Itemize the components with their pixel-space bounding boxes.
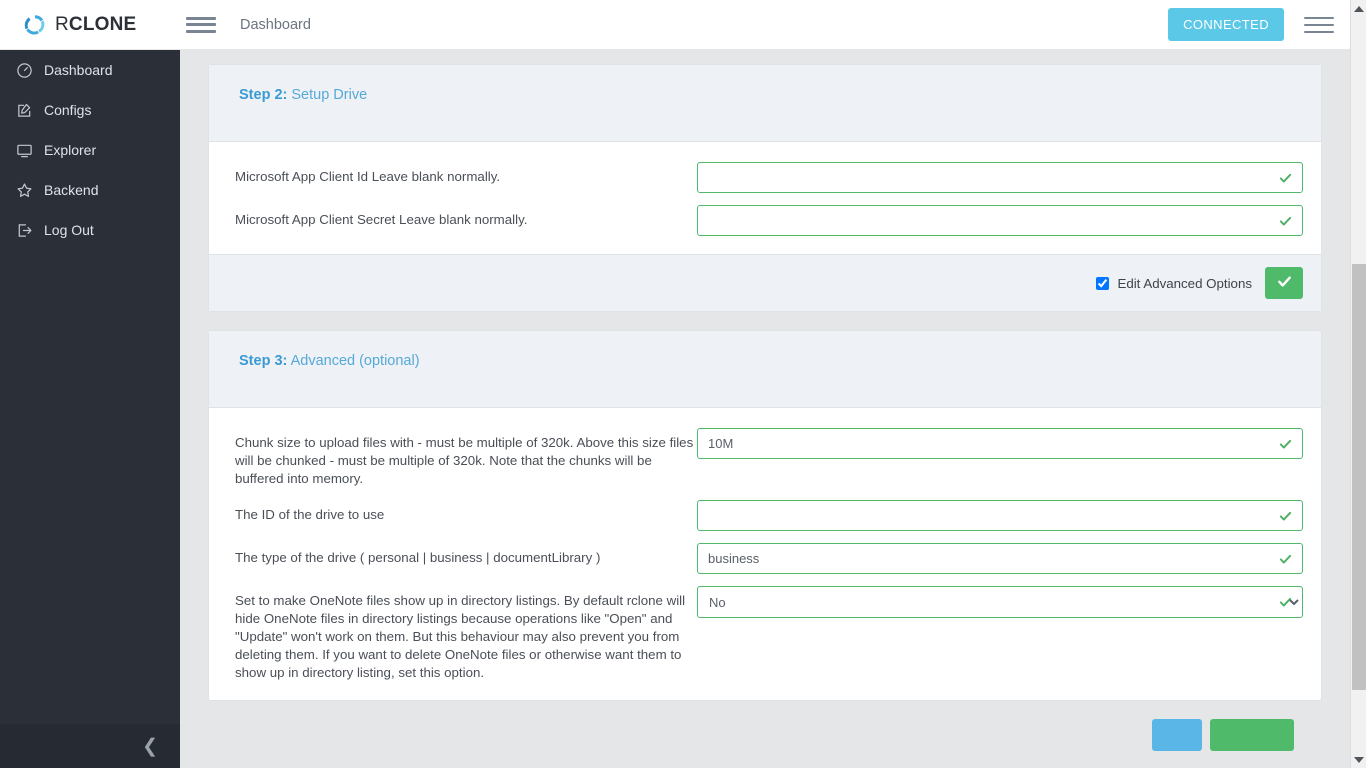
sidebar-toggle-button[interactable]: [186, 14, 216, 36]
sidebar-item-explorer[interactable]: Explorer: [0, 130, 180, 170]
top-header-bar: RCLONE Dashboard CONNECTED: [0, 0, 1350, 50]
edit-advanced-options-checkbox[interactable]: [1096, 277, 1109, 290]
sidebar-item-label: Explorer: [44, 142, 96, 158]
previous-step-button[interactable]: [1152, 719, 1202, 751]
field-row-client-secret: Microsoft App Client Secret Leave blank …: [227, 199, 1303, 242]
microsoft-app-client-id-input[interactable]: [697, 162, 1303, 193]
edit-advanced-options-label[interactable]: Edit Advanced Options: [1117, 276, 1252, 291]
field-row-drive-type: The type of the drive ( personal | busin…: [227, 537, 1303, 580]
field-container: [697, 428, 1303, 459]
field-row-drive-id: The ID of the drive to use: [227, 494, 1303, 537]
brand-logo-text: RCLONE: [55, 15, 136, 34]
sidebar-item-label: Log Out: [44, 222, 94, 238]
sidebar-navigation: Dashboard Configs Explorer Backend: [0, 50, 180, 768]
field-container: NoYes: [697, 586, 1303, 618]
hamburger-bar: [186, 17, 216, 20]
hamburger-bar: [1304, 31, 1334, 33]
field-row-expose-onenote: Set to make OneNote files show up in dir…: [227, 580, 1303, 688]
edit-advanced-options-group[interactable]: Edit Advanced Options: [1096, 276, 1252, 291]
step3-form-body: Chunk size to upload files with - must b…: [209, 408, 1321, 700]
next-step-button[interactable]: [1210, 719, 1294, 751]
page-scrollbar[interactable]: [1350, 0, 1366, 768]
sidebar-item-label: Configs: [44, 102, 91, 118]
options-menu-button[interactable]: [1304, 14, 1334, 36]
gauge-icon: [16, 62, 33, 79]
step2-panel-header: Step 2: Setup Drive: [209, 65, 1321, 142]
step3-title: Step 3: Advanced (optional): [239, 353, 1291, 369]
brand-logo-clone: CLONE: [69, 14, 137, 35]
drive-id-input[interactable]: [697, 500, 1303, 531]
main-content-area: Step 2: Setup Drive Microsoft App Client…: [180, 50, 1350, 768]
triangle-up-icon: [1354, 6, 1364, 12]
field-label: The ID of the drive to use: [227, 500, 697, 524]
field-label: The type of the drive ( personal | busin…: [227, 543, 697, 567]
step3-panel: Step 3: Advanced (optional) Chunk size t…: [208, 330, 1322, 701]
field-row-chunk-size: Chunk size to upload files with - must b…: [227, 422, 1303, 494]
step2-panel: Step 2: Setup Drive Microsoft App Client…: [208, 64, 1322, 312]
chunk-size-input[interactable]: [697, 428, 1303, 459]
brand-logo-r: R: [55, 14, 69, 35]
sidebar-item-configs[interactable]: Configs: [0, 90, 180, 130]
microsoft-app-client-secret-input[interactable]: [697, 205, 1303, 236]
scroll-up-button[interactable]: [1351, 0, 1366, 17]
expose-onenote-files-select[interactable]: NoYes: [697, 586, 1303, 618]
field-row-client-id: Microsoft App Client Id Leave blank norm…: [227, 156, 1303, 199]
star-icon: [16, 182, 33, 199]
wizard-action-buttons: [208, 719, 1322, 761]
rclone-logo-icon: [22, 12, 48, 38]
step3-panel-header: Step 3: Advanced (optional): [209, 331, 1321, 408]
hamburger-bar: [186, 23, 216, 26]
field-container: [697, 205, 1303, 236]
sidebar-item-dashboard[interactable]: Dashboard: [0, 50, 180, 90]
chevron-left-icon: ❮: [142, 737, 158, 756]
sidebar-item-logout[interactable]: Log Out: [0, 210, 180, 250]
monitor-icon: [16, 142, 33, 159]
content-wrapper: Step 2: Setup Drive Microsoft App Client…: [180, 50, 1350, 761]
step3-title-text: Advanced (optional): [291, 353, 420, 369]
edit-square-icon: [16, 102, 33, 119]
hamburger-bar: [1304, 24, 1334, 26]
drive-type-input[interactable]: [697, 543, 1303, 574]
field-label: Set to make OneNote files show up in dir…: [227, 586, 697, 682]
step2-confirm-button[interactable]: [1265, 267, 1303, 299]
sidebar-item-label: Dashboard: [44, 62, 113, 78]
sidebar-item-backend[interactable]: Backend: [0, 170, 180, 210]
connection-status-button[interactable]: CONNECTED: [1168, 8, 1284, 41]
field-container: [697, 162, 1303, 193]
field-container: [697, 543, 1303, 574]
hamburger-bar: [186, 30, 216, 33]
field-label: Microsoft App Client Secret Leave blank …: [227, 205, 697, 229]
step2-form-body: Microsoft App Client Id Leave blank norm…: [209, 142, 1321, 254]
field-label: Microsoft App Client Id Leave blank norm…: [227, 162, 697, 186]
brand-logo[interactable]: RCLONE: [0, 0, 180, 50]
field-label: Chunk size to upload files with - must b…: [227, 428, 697, 488]
check-icon: [1276, 273, 1293, 293]
sidebar-collapse-button[interactable]: ❮: [0, 724, 180, 768]
header-actions: CONNECTED: [1168, 8, 1350, 41]
step2-title-text: Setup Drive: [291, 87, 367, 103]
scrollbar-thumb[interactable]: [1352, 264, 1366, 690]
step3-number: Step 3:: [239, 353, 287, 369]
step2-number: Step 2:: [239, 87, 287, 103]
scroll-down-button[interactable]: [1351, 751, 1366, 768]
step2-panel-footer: Edit Advanced Options: [209, 254, 1321, 311]
breadcrumb: Dashboard: [240, 17, 311, 33]
field-container: [697, 500, 1303, 531]
triangle-down-icon: [1354, 757, 1364, 763]
hamburger-bar: [1304, 17, 1334, 19]
step2-title: Step 2: Setup Drive: [239, 87, 1291, 103]
sign-out-icon: [16, 222, 33, 239]
sidebar-item-label: Backend: [44, 182, 98, 198]
